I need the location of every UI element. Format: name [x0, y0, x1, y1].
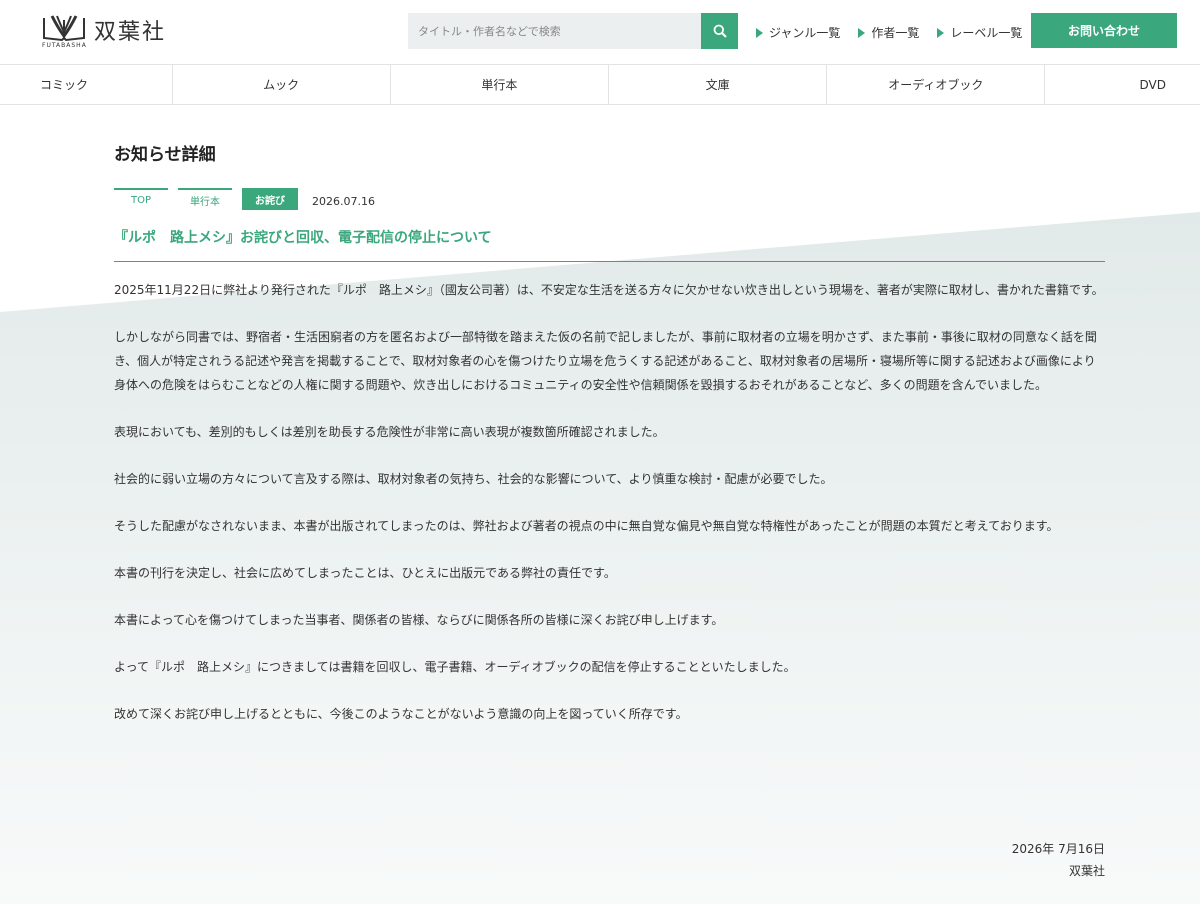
contact-button[interactable]: お問い合わせ	[1031, 13, 1177, 48]
search-icon	[713, 24, 727, 38]
category-tankobon[interactable]: 単行本	[391, 65, 609, 104]
article: お知らせ詳細 TOP 単行本 お詫び 2026.07.16 『ルポ 路上メシ』お…	[114, 140, 1105, 878]
category-bunko[interactable]: 文庫	[609, 65, 828, 104]
header-links: ジャンル一覧 作者一覧 レーベル一覧	[756, 24, 1022, 41]
paragraph: 表現においても、差別的もしくは差別を助長する危険性が非常に高い表現が複数箇所確認…	[114, 425, 665, 439]
triangle-right-icon	[937, 27, 945, 38]
book-logo-icon: FUTABASHA	[42, 12, 87, 49]
paragraph: 2025年11月22日に弊社より発行された『ルポ 路上メシ』（國友公司著）は、不…	[114, 283, 1104, 297]
signature-name: 双葉社	[1068, 864, 1105, 878]
triangle-right-icon	[858, 27, 866, 38]
category-audiobook[interactable]: オーディオブック	[827, 65, 1046, 104]
paragraph: 改めて深くお詫び申し上げるとともに、今後このようなことがないよう意識の向上を図っ…	[114, 707, 688, 721]
genre-list-label: ジャンル一覧	[769, 26, 841, 40]
search-box	[408, 13, 738, 49]
paragraph: 本書の刊行を決定し、社会に広めてしまったことは、ひとえに出版元である弊社の責任で…	[114, 566, 616, 580]
article-date: 2026.07.16	[312, 194, 375, 208]
paragraph: 社会的に弱い立場の方々について言及する際は、取材対象者の気持ち、社会的な影響につ…	[114, 472, 833, 486]
logo-text: 双葉社	[94, 20, 167, 45]
author-list-link[interactable]: 作者一覧	[858, 24, 919, 41]
paragraph: よって『ルポ 路上メシ』につきましては書籍を回収し、電子書籍、オーディオブックの…	[114, 660, 796, 674]
tag-apology[interactable]: お詫び	[242, 188, 298, 210]
category-dvd[interactable]: DVD	[1045, 65, 1200, 104]
category-nav: コミック ムック 単行本 文庫 オーディオブック DVD	[0, 64, 1200, 105]
paragraph: そうした配慮がなされないまま、本書が出版されてしまったのは、弊社および著者の視点…	[114, 519, 1059, 533]
site-header: FUTABASHA 双葉社 ジャンル一覧 作者一覧 レーベル一覧 お問い合わせ	[0, 0, 1200, 64]
tag-tankobon[interactable]: 単行本	[178, 188, 232, 210]
genre-list-link[interactable]: ジャンル一覧	[756, 24, 840, 41]
triangle-right-icon	[756, 27, 763, 38]
article-headline: 『ルポ 路上メシ』お詫びと回収、電子配信の停止について	[114, 227, 1105, 262]
page-title: お知らせ詳細	[114, 145, 216, 165]
article-body: 2025年11月22日に弊社より発行された『ルポ 路上メシ』（國友公司著）は、不…	[114, 278, 1105, 726]
breadcrumb-tags: TOP 単行本 お詫び 2026.07.16	[114, 187, 1105, 211]
logo-subtext: FUTABASHA	[42, 42, 87, 49]
category-mook[interactable]: ムック	[173, 65, 391, 104]
paragraph: しかしながら同書では、野宿者・生活困窮者の方を匿名および一部特徴を踏まえた仮の名…	[114, 330, 1097, 392]
tag-top[interactable]: TOP	[114, 188, 168, 210]
category-comic[interactable]: コミック	[0, 65, 173, 104]
label-list-link[interactable]: レーベル一覧	[937, 24, 1022, 41]
search-input[interactable]	[408, 13, 701, 49]
label-list-label: レーベル一覧	[950, 26, 1023, 40]
signature-date: 2026年 7月16日	[1011, 842, 1105, 856]
site-logo[interactable]: FUTABASHA 双葉社	[42, 12, 167, 49]
author-list-label: 作者一覧	[871, 26, 920, 40]
paragraph: 本書によって心を傷つけてしまった当事者、関係者の皆様、ならびに関係各所の皆様に深…	[114, 613, 724, 627]
search-button[interactable]	[701, 13, 738, 49]
signature-block: 2026年 7月16日 双葉社	[1012, 838, 1105, 882]
